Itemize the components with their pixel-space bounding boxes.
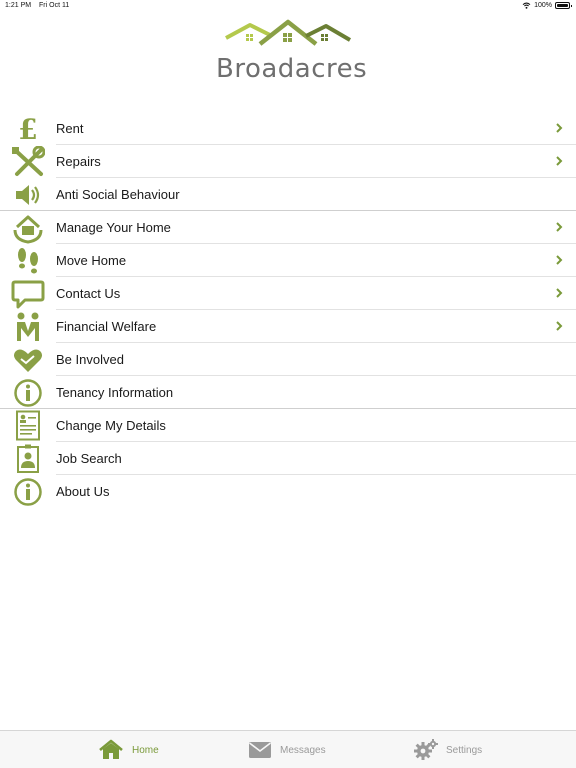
menu-item-label: Contact Us bbox=[56, 286, 121, 301]
menu-item-anti-social-behaviour[interactable]: Anti Social Behaviour bbox=[0, 178, 576, 211]
broadacres-logo: Broadacres bbox=[216, 18, 368, 84]
menu-item-label: Manage Your Home bbox=[56, 220, 171, 235]
tools-icon bbox=[10, 145, 46, 177]
chevron-right-icon bbox=[556, 156, 563, 166]
chevron-right-icon bbox=[556, 123, 563, 133]
menu-item-label: Repairs bbox=[56, 154, 101, 169]
menu-item-tenancy-information[interactable]: Tenancy Information bbox=[0, 376, 576, 409]
menu-item-label: Be Involved bbox=[56, 352, 124, 367]
tab-home[interactable]: Home bbox=[98, 731, 159, 768]
menu-item-label: About Us bbox=[56, 484, 110, 499]
envelope-icon bbox=[249, 742, 271, 758]
menu-item-label: Tenancy Information bbox=[56, 385, 174, 400]
wifi-icon bbox=[522, 2, 531, 9]
logo-text: Broadacres bbox=[216, 54, 368, 84]
tab-messages[interactable]: Messages bbox=[248, 731, 326, 768]
menu-item-label: Rent bbox=[56, 121, 84, 136]
menu-item-label: Anti Social Behaviour bbox=[56, 187, 180, 202]
heart-hands-icon bbox=[10, 344, 46, 375]
menu-item-job-search[interactable]: Job Search bbox=[0, 442, 576, 475]
id-badge-icon bbox=[10, 443, 46, 474]
home-icon bbox=[99, 739, 123, 759]
info-icon bbox=[10, 476, 46, 507]
menu-item-manage-your-home[interactable]: Manage Your Home bbox=[0, 211, 576, 244]
main-menu: £ Rent Repairs Anti Social Behaviour Man… bbox=[0, 112, 576, 508]
menu-item-change-my-details[interactable]: Change My Details bbox=[0, 409, 576, 442]
menu-item-label: Move Home bbox=[56, 253, 127, 268]
battery-percent: 100% bbox=[534, 2, 552, 9]
tab-label: Settings bbox=[446, 744, 483, 756]
footprints-icon bbox=[10, 245, 46, 276]
app-screen: 1:21 PM Fri Oct 11 100% Broadacres £ Ren… bbox=[0, 0, 576, 768]
menu-item-financial-welfare[interactable]: Financial Welfare bbox=[0, 310, 576, 343]
tab-bar: Home Messages Settings bbox=[0, 730, 576, 768]
menu-item-contact-us[interactable]: Contact Us bbox=[0, 277, 576, 310]
form-icon bbox=[10, 410, 46, 441]
tab-label: Home bbox=[132, 744, 159, 756]
gears-icon bbox=[414, 739, 438, 760]
status-date: Fri Oct 11 bbox=[39, 2, 70, 9]
svg-text:£: £ bbox=[18, 115, 37, 143]
menu-item-label: Financial Welfare bbox=[56, 319, 157, 334]
house-hands-icon bbox=[10, 212, 46, 244]
people-icon bbox=[10, 311, 46, 342]
status-time: 1:21 PM bbox=[5, 2, 32, 9]
info-icon bbox=[10, 377, 46, 408]
houses-logo-icon bbox=[225, 19, 352, 46]
menu-item-be-involved[interactable]: Be Involved bbox=[0, 343, 576, 376]
menu-item-repairs[interactable]: Repairs bbox=[0, 145, 576, 178]
menu-item-label: Job Search bbox=[56, 451, 122, 466]
speech-bubble-icon bbox=[10, 278, 46, 309]
battery-icon bbox=[555, 2, 572, 9]
tab-label: Messages bbox=[280, 744, 326, 756]
chevron-right-icon bbox=[556, 222, 563, 232]
chevron-right-icon bbox=[556, 255, 563, 265]
pound-icon: £ bbox=[10, 113, 46, 144]
menu-item-label: Change My Details bbox=[56, 418, 166, 433]
menu-item-rent[interactable]: £ Rent bbox=[0, 112, 576, 145]
chevron-right-icon bbox=[556, 288, 563, 298]
menu-item-about-us[interactable]: About Us bbox=[0, 475, 576, 508]
speaker-icon bbox=[10, 179, 46, 210]
status-bar: 1:21 PM Fri Oct 11 100% bbox=[0, 0, 576, 12]
tab-settings[interactable]: Settings bbox=[414, 731, 482, 768]
menu-item-move-home[interactable]: Move Home bbox=[0, 244, 576, 277]
chevron-right-icon bbox=[556, 321, 563, 331]
